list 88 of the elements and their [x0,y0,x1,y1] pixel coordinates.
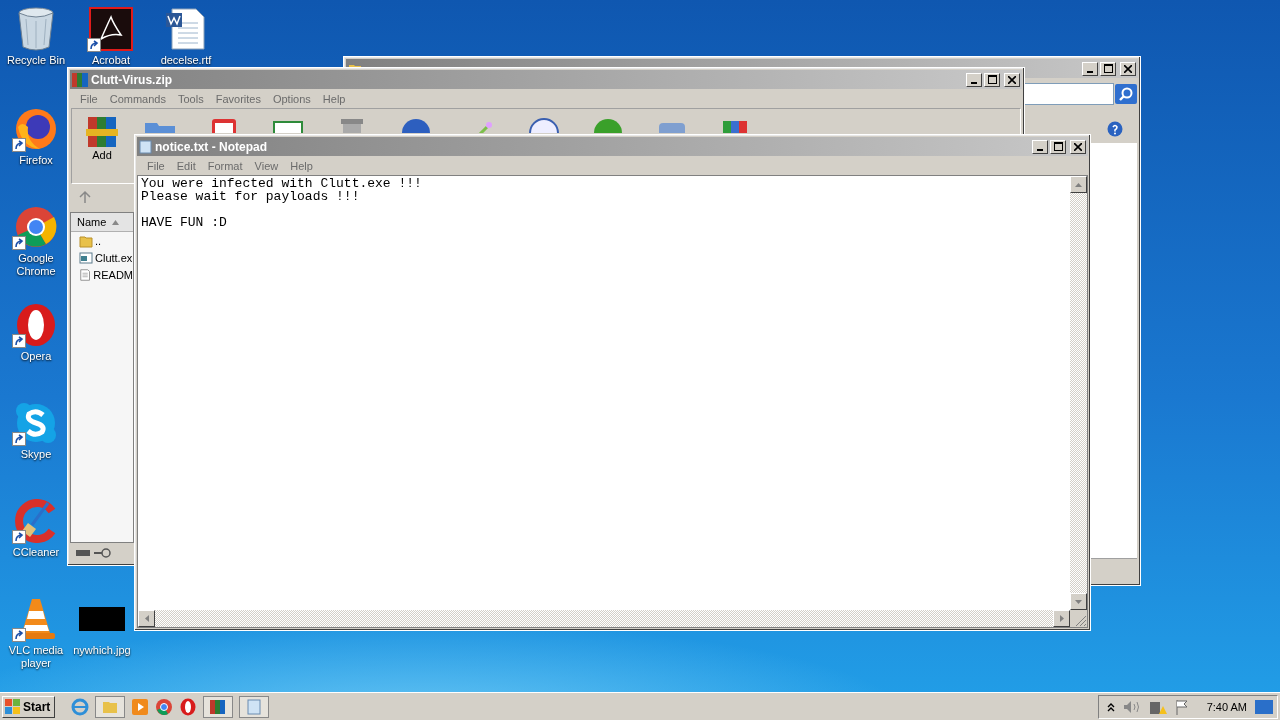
flag-icon[interactable] [1174,698,1189,715]
cloud-badge-icon [14,401,58,445]
left-arrow-icon [144,615,149,622]
globe-icon [14,107,58,151]
archive-books-icon [72,72,88,87]
desktop-icon-label[interactable]: decelse.rtf [160,54,212,67]
scroll-left-button[interactable] [138,610,155,627]
books-icon[interactable] [203,695,234,718]
menu-item[interactable]: Edit [170,159,202,172]
desktop-icon-label[interactable]: Google Chrome [5,252,67,278]
add-button[interactable]: Add [82,115,122,161]
minimize-icon [971,81,977,84]
help-icon[interactable] [1107,121,1123,137]
desktop-icon-label[interactable]: nywhich.jpg [73,644,131,657]
maximize-icon [1053,142,1063,151]
brush-icon [14,499,58,543]
minimize-icon [1087,70,1093,73]
desktop-icon-image[interactable] [164,7,208,51]
desktop-icon-label[interactable]: Opera [20,350,52,363]
maximize-icon [1103,64,1113,73]
four-squares-icon [5,699,21,714]
media-player-icon[interactable] [131,697,150,716]
minimize-button[interactable] [966,72,982,87]
maximize-icon [987,75,997,84]
document-icon [164,7,208,51]
menu-item[interactable]: View [248,159,285,172]
close-icon [1124,64,1132,73]
window-title: Clutt-Virus.zip [91,72,174,87]
image-thumbnail [79,607,125,631]
scroll-right-button[interactable] [1053,610,1070,627]
name-column-header[interactable]: Name [71,213,133,232]
desktop-icon-label[interactable]: Recycle Bin [6,54,66,67]
folder-icon [79,233,93,248]
desktop-icon-image[interactable] [16,7,56,51]
desktop-icon-label[interactable]: CCleaner [12,546,60,559]
menu-item[interactable]: Help [316,92,352,105]
menu-item[interactable]: Format [201,159,249,172]
close-button[interactable] [1070,139,1086,154]
maximize-button[interactable] [1050,139,1066,154]
books-icon [86,115,118,149]
menu-item[interactable]: Favorites [209,92,267,105]
wheel-icon[interactable] [155,697,174,716]
program-window-icon [79,250,93,265]
maximize-button[interactable] [984,72,1000,87]
desktop-icon-label[interactable]: Skype [20,448,52,461]
clock[interactable]: 7:40 AM [1206,700,1247,713]
chevron-up-icon[interactable] [1106,701,1115,712]
wheel-icon [14,205,58,249]
drive-status-icon [76,548,112,558]
menu-item[interactable]: Options [266,92,317,105]
folder-icon[interactable] [95,695,126,718]
desktop-icon-label[interactable]: Acrobat [92,54,130,67]
menu-item[interactable]: Help [284,159,319,172]
search-field[interactable] [1024,83,1114,105]
maximize-button[interactable] [1100,61,1116,76]
close-icon [1008,75,1016,84]
menu-item[interactable]: Commands [103,92,172,105]
notepad-icon[interactable] [239,695,270,718]
window-title: notice.txt - Notepad [155,139,268,154]
show-desktop-icon[interactable] [1255,699,1273,714]
file-name[interactable]: Clutt.ex [95,251,133,264]
down-arrow-icon [1075,599,1082,604]
desktop-icon-label[interactable]: VLC media player [5,644,67,670]
ring-icon [14,303,58,347]
notepad-icon [139,139,152,154]
file-name[interactable]: READM [93,268,133,281]
up-arrow-icon [1075,182,1082,187]
search-icon[interactable] [1115,84,1137,104]
ring-icon[interactable] [179,697,198,716]
menu-item[interactable]: Tools [172,92,210,105]
scroll-down-button[interactable] [1070,593,1087,610]
start-button[interactable]: Start [2,695,56,718]
menu-item[interactable]: File [141,159,171,172]
minimize-button[interactable] [1032,139,1048,154]
app-tile-icon [89,7,133,51]
trash-can-icon [16,7,56,51]
close-icon [1074,142,1082,151]
close-button[interactable] [1120,61,1136,76]
sort-caret-icon [112,219,120,225]
minimize-button[interactable] [1082,61,1098,76]
file-name[interactable]: .. [95,234,102,247]
right-arrow-icon [1059,615,1064,622]
close-button[interactable] [1004,72,1020,87]
text-file-icon [79,267,92,282]
menu-item[interactable]: File [74,92,104,105]
minimize-icon [1037,148,1043,151]
desktop-icon-label[interactable]: Firefox [19,154,53,167]
scroll-up-button[interactable] [1070,176,1087,193]
